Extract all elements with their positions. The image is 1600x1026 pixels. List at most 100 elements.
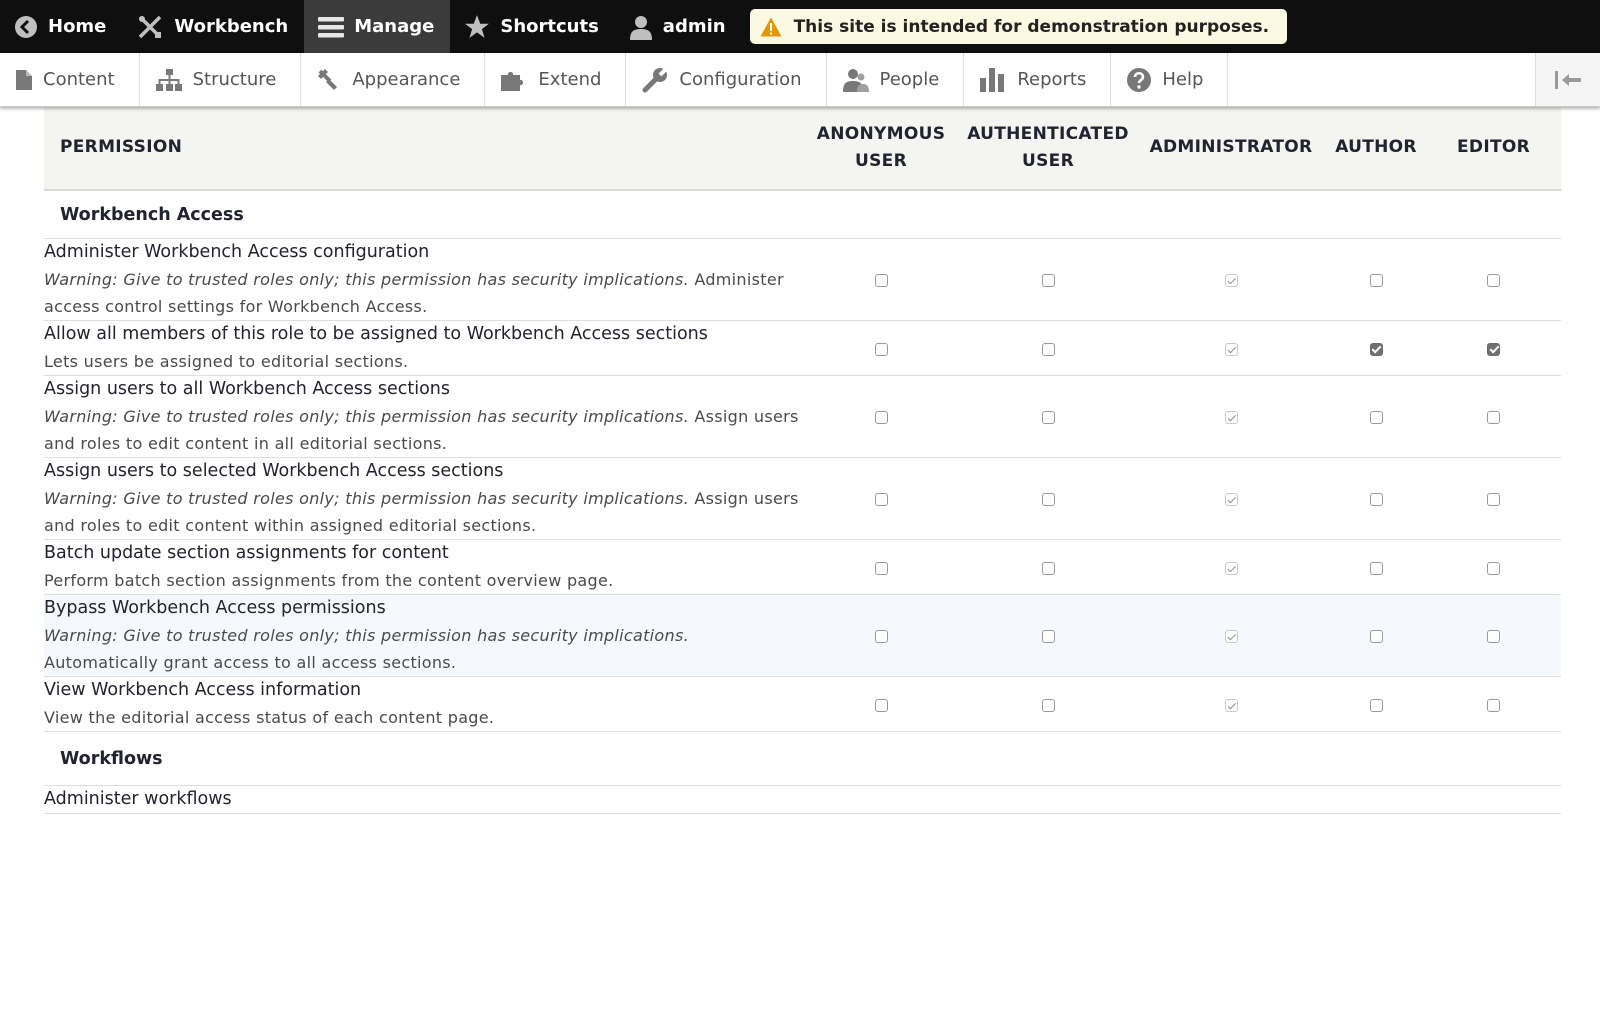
- permission-checkbox-authenticated[interactable]: [1041, 342, 1055, 356]
- tray-item-configuration[interactable]: Configuration: [626, 53, 827, 106]
- header-permission: PERMISSION: [44, 106, 802, 191]
- tray-orientation-toggle[interactable]: [1535, 53, 1600, 106]
- section-row-workflows: Workflows: [44, 731, 1561, 786]
- checkbox-cell-editor: [1426, 457, 1561, 540]
- permission-checkbox-author[interactable]: [1369, 342, 1383, 356]
- tray-item-label: Appearance: [352, 69, 461, 90]
- wrench-icon: [642, 66, 669, 92]
- table-row: Assign users to all Workbench Access sec…: [44, 375, 1561, 458]
- permission-title: Administer Workbench Access configuratio…: [44, 242, 430, 262]
- tray-item-extend[interactable]: Extend: [485, 53, 627, 106]
- checkbox-cell-administrator: [1136, 375, 1326, 458]
- checkbox-cell-editor: [1426, 785, 1561, 814]
- permission-description-text: View the editorial access status of each…: [44, 708, 495, 727]
- tray-item-content[interactable]: Content: [0, 53, 140, 106]
- permission-title: Administer workflows: [44, 789, 232, 809]
- permissions-table-wrapper: PERMISSION ANONYMOUS USER AUTHENTICATED …: [44, 106, 1561, 814]
- permission-checkbox-author[interactable]: [1369, 493, 1383, 506]
- structure-icon: [155, 68, 182, 91]
- checkbox-cell-authenticated: [960, 594, 1136, 677]
- permission-checkbox-authenticated[interactable]: [1041, 630, 1055, 643]
- permission-cell: Bypass Workbench Access permissions Warn…: [44, 594, 802, 677]
- permission-checkbox-author[interactable]: [1369, 698, 1383, 712]
- toolbar-manage-tab[interactable]: Manage: [304, 0, 451, 53]
- user-icon: [629, 15, 652, 40]
- table-row: Administer Workbench Access configuratio…: [44, 238, 1561, 321]
- checkbox-cell-editor: [1426, 539, 1561, 595]
- permission-checkbox-editor[interactable]: [1487, 698, 1500, 712]
- toolbar-shortcuts-tab[interactable]: Shortcuts: [450, 0, 614, 53]
- checkbox-cell-authenticated: [960, 676, 1136, 732]
- help-icon: [1127, 67, 1152, 92]
- permission-checkbox-editor[interactable]: [1487, 561, 1500, 575]
- table-header-row: PERMISSION ANONYMOUS USER AUTHENTICATED …: [44, 106, 1561, 191]
- admin-toolbar: Home Workbench Manage Shortcuts admin Th…: [0, 0, 1600, 53]
- permission-checkbox-anonymous[interactable]: [874, 561, 888, 575]
- tray-item-appearance[interactable]: Appearance: [301, 53, 486, 106]
- permission-cell: Administer Workbench Access configuratio…: [44, 238, 802, 321]
- tray-item-label: Reports: [1017, 69, 1087, 90]
- permission-checkbox-authenticated[interactable]: [1041, 493, 1055, 506]
- tray-item-structure[interactable]: Structure: [140, 53, 302, 106]
- checkbox-cell-author: [1326, 457, 1426, 540]
- permission-checkbox-anonymous[interactable]: [874, 630, 888, 643]
- toolbar-user-tab[interactable]: admin: [615, 0, 742, 53]
- permission-checkbox-authenticated[interactable]: [1041, 411, 1055, 424]
- checkbox-cell-administrator: [1136, 539, 1326, 595]
- permission-checkbox-administrator: [1224, 630, 1238, 643]
- checkbox-cell-anonymous: [802, 375, 960, 458]
- toolbar-workbench-tab[interactable]: Workbench: [122, 0, 304, 53]
- checkbox-cell-administrator: [1136, 457, 1326, 540]
- permission-checkbox-authenticated[interactable]: [1041, 274, 1055, 287]
- permission-checkbox-editor[interactable]: [1487, 630, 1500, 643]
- header-authenticated-line2: USER: [1022, 150, 1074, 171]
- permission-checkbox-anonymous[interactable]: [874, 342, 888, 356]
- permissions-table: PERMISSION ANONYMOUS USER AUTHENTICATED …: [44, 106, 1561, 814]
- permission-checkbox-anonymous[interactable]: [874, 493, 888, 506]
- permission-checkbox-anonymous[interactable]: [874, 411, 888, 424]
- checkbox-cell-anonymous: [802, 594, 960, 677]
- permission-checkbox-anonymous[interactable]: [874, 274, 888, 287]
- tray-item-people[interactable]: People: [827, 53, 965, 106]
- tray-item-label: Extend: [538, 69, 602, 90]
- table-row: Allow all members of this role to be ass…: [44, 320, 1561, 376]
- permission-checkbox-author[interactable]: [1369, 561, 1383, 575]
- checkbox-cell-administrator: [1136, 676, 1326, 732]
- header-authenticated-line1: AUTHENTICATED: [967, 123, 1129, 144]
- table-row: Batch update section assignments for con…: [44, 539, 1561, 595]
- permission-checkbox-editor[interactable]: [1487, 342, 1500, 356]
- permission-title: Assign users to selected Workbench Acces…: [44, 461, 504, 481]
- people-icon: [842, 68, 869, 92]
- collapse-left-icon: [1555, 70, 1581, 89]
- permission-cell: Assign users to selected Workbench Acces…: [44, 457, 802, 540]
- permission-checkbox-author[interactable]: [1369, 274, 1383, 287]
- checkbox-cell-author: [1326, 375, 1426, 458]
- checkbox-cell-anonymous: [802, 320, 960, 376]
- permission-checkbox-author[interactable]: [1369, 411, 1383, 424]
- tray-item-label: Help: [1162, 69, 1204, 90]
- permission-checkbox-authenticated[interactable]: [1041, 698, 1055, 712]
- toolbar-home-link[interactable]: Home: [0, 0, 122, 53]
- tray-item-help[interactable]: Help: [1111, 53, 1229, 106]
- permission-checkbox-author[interactable]: [1369, 630, 1383, 643]
- permission-checkbox-editor[interactable]: [1487, 411, 1500, 424]
- checkbox-cell-administrator: [1136, 320, 1326, 376]
- permission-checkbox-editor[interactable]: [1487, 493, 1500, 506]
- permission-cell: Assign users to all Workbench Access sec…: [44, 375, 802, 458]
- permission-description: Warning: Give to trusted roles only; thi…: [44, 622, 802, 676]
- header-anonymous-user: ANONYMOUS USER: [802, 106, 960, 191]
- permission-checkbox-editor[interactable]: [1487, 274, 1500, 287]
- demo-notice: This site is intended for demonstration …: [749, 9, 1288, 44]
- checkbox-cell-authenticated: [960, 457, 1136, 540]
- section-title: Workflows: [44, 731, 1561, 786]
- checkbox-cell-editor: [1426, 375, 1561, 458]
- checkbox-cell-administrator: [1136, 785, 1326, 814]
- permission-checkbox-authenticated[interactable]: [1041, 561, 1055, 575]
- tray-item-reports[interactable]: Reports: [964, 53, 1112, 106]
- checkbox-cell-author: [1326, 238, 1426, 321]
- permission-checkbox-anonymous[interactable]: [874, 698, 888, 712]
- permissions-table-body: Workbench Access Administer Workbench Ac…: [44, 190, 1561, 814]
- checkbox-cell-anonymous: [802, 539, 960, 595]
- permission-checkbox-administrator: [1224, 561, 1238, 575]
- chevron-left-circle-icon: [15, 15, 37, 38]
